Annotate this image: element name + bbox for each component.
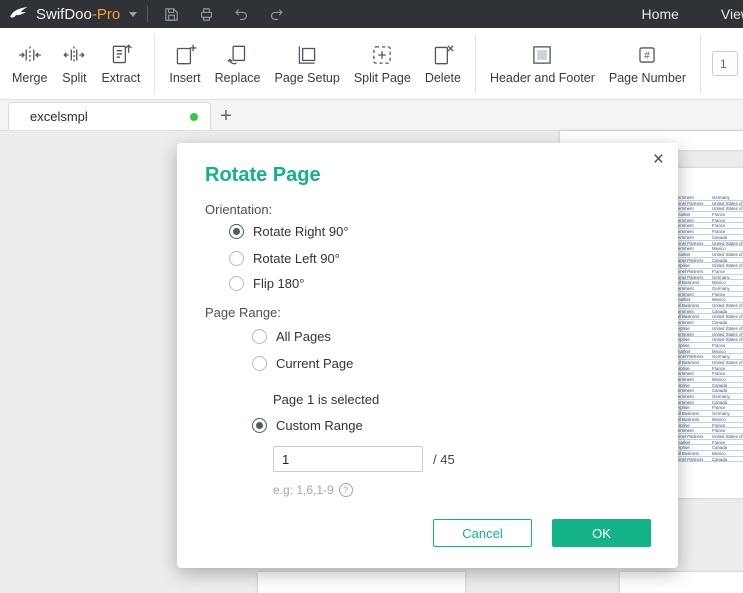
tool-label: Replace <box>214 71 261 85</box>
svg-text:#: # <box>645 50 651 61</box>
radio-button-icon[interactable] <box>252 355 267 371</box>
radio-label: Rotate Right 90° <box>253 223 349 239</box>
page-number-icon: # <box>639 47 656 63</box>
radio-button-icon[interactable] <box>229 250 244 266</box>
tab-excelsmpl[interactable]: excelsmpl <box>8 102 211 130</box>
dialog-title: Rotate Page <box>205 164 321 186</box>
merge-icon <box>18 46 41 64</box>
merge-button[interactable]: Merge <box>5 32 54 96</box>
rotate-page-dialog: × Rotate Page Orientation: Rotate Right … <box>177 143 678 568</box>
radio-rotate-left[interactable]: Rotate Left 90° <box>229 250 340 266</box>
split-icon <box>63 46 86 64</box>
app-window: SwifDoo -Pro Home View Merge <box>0 0 743 593</box>
radio-label: Flip 180° <box>253 275 305 291</box>
document-page-partial <box>620 572 743 593</box>
tool-label: Split <box>62 71 87 85</box>
ok-button[interactable]: OK <box>552 519 651 547</box>
undo-button[interactable] <box>232 5 250 23</box>
titlebar-separator <box>147 6 149 22</box>
radio-all-pages[interactable]: All Pages <box>252 328 331 344</box>
tool-label: Header and Footer <box>489 71 595 85</box>
menu-home[interactable]: Home <box>642 6 679 22</box>
split-page-button[interactable]: Split Page <box>347 32 418 96</box>
insert-icon <box>176 44 197 65</box>
extract-button[interactable]: Extract <box>94 32 147 96</box>
radio-label: All Pages <box>276 328 331 344</box>
help-icon[interactable]: ? <box>338 483 353 497</box>
tool-label: Merge <box>12 71 48 85</box>
page-number-button[interactable]: # Page Number <box>602 32 693 96</box>
radio-button-icon[interactable] <box>229 275 244 291</box>
dialog-buttons: Cancel OK <box>433 519 651 547</box>
tool-label: Delete <box>424 71 461 85</box>
undo-icon <box>235 8 247 20</box>
total-pages: / 45 <box>433 451 455 467</box>
custom-range-row: / 45 <box>273 446 455 472</box>
cancel-button[interactable]: Cancel <box>433 519 532 547</box>
custom-range-input[interactable] <box>273 446 423 472</box>
tab-bar: excelsmpl + <box>0 100 743 131</box>
document-page-partial <box>258 572 465 593</box>
toolbar-separator <box>700 34 702 93</box>
radio-flip-180[interactable]: Flip 180° <box>229 275 304 291</box>
tool-label: Extract <box>101 71 141 85</box>
document-area: Government Germany Channel Partners United … <box>0 131 743 593</box>
menu-view[interactable]: View <box>721 6 743 22</box>
page-indicator-input[interactable]: 1 <box>712 51 739 76</box>
radio-button-icon[interactable] <box>252 417 267 433</box>
redo-button[interactable] <box>267 5 285 23</box>
replace-button[interactable]: Replace <box>208 32 268 96</box>
save-button[interactable] <box>162 5 180 23</box>
range-hint: e.g: 1,6,1-9 <box>273 483 334 497</box>
replace-icon <box>226 45 245 65</box>
tab-label: excelsmpl <box>30 109 88 124</box>
radio-label: Rotate Left 90° <box>253 250 340 266</box>
save-icon <box>165 7 178 21</box>
radio-button-icon[interactable] <box>252 328 267 344</box>
split-button[interactable]: Split <box>54 32 94 96</box>
close-icon[interactable]: × <box>653 149 664 171</box>
app-pro-badge: -Pro <box>91 5 121 23</box>
titlebar: SwifDoo -Pro Home View <box>0 0 743 28</box>
hint-row: e.g: 1,6,1-9 ? <box>273 483 353 497</box>
header-footer-icon <box>533 46 552 64</box>
orientation-label: Orientation: <box>205 202 273 217</box>
add-tab-button[interactable]: + <box>211 102 241 130</box>
extract-icon <box>112 44 132 64</box>
tool-label: Split Page <box>353 71 411 85</box>
radio-label: Custom Range <box>276 417 363 433</box>
redo-icon <box>270 8 283 20</box>
tool-label: Page Number <box>608 71 687 85</box>
radio-label: Current Page <box>276 355 354 371</box>
radio-button-icon[interactable] <box>229 223 244 239</box>
split-page-icon <box>373 46 392 64</box>
radio-rotate-right[interactable]: Rotate Right 90° <box>229 223 349 239</box>
toolbar-separator <box>474 34 476 93</box>
print-button[interactable] <box>197 5 215 23</box>
tool-label: Page Setup <box>274 71 340 85</box>
app-name: SwifDoo <box>36 5 92 23</box>
delete-button[interactable]: Delete <box>418 32 468 96</box>
delete-icon <box>434 45 454 65</box>
radio-custom-range[interactable]: Custom Range <box>252 417 363 433</box>
page-range-label: Page Range: <box>205 305 281 320</box>
toolbar: Merge Split Extract Insert Replace Page … <box>0 28 743 100</box>
page-selected-note: Page 1 is selected <box>273 392 380 407</box>
page-setup-icon <box>298 46 316 64</box>
radio-current-page[interactable]: Current Page <box>252 355 353 371</box>
insert-button[interactable]: Insert <box>162 32 207 96</box>
toolbar-separator <box>154 34 156 93</box>
tool-label: Insert <box>169 71 201 85</box>
app-logo-bird-icon <box>9 4 29 24</box>
unsaved-dot-icon <box>190 112 198 121</box>
page-setup-button[interactable]: Page Setup <box>267 32 346 96</box>
print-icon <box>200 7 212 21</box>
header-footer-button[interactable]: Header and Footer <box>483 32 602 96</box>
chevron-down-icon[interactable] <box>129 11 138 17</box>
